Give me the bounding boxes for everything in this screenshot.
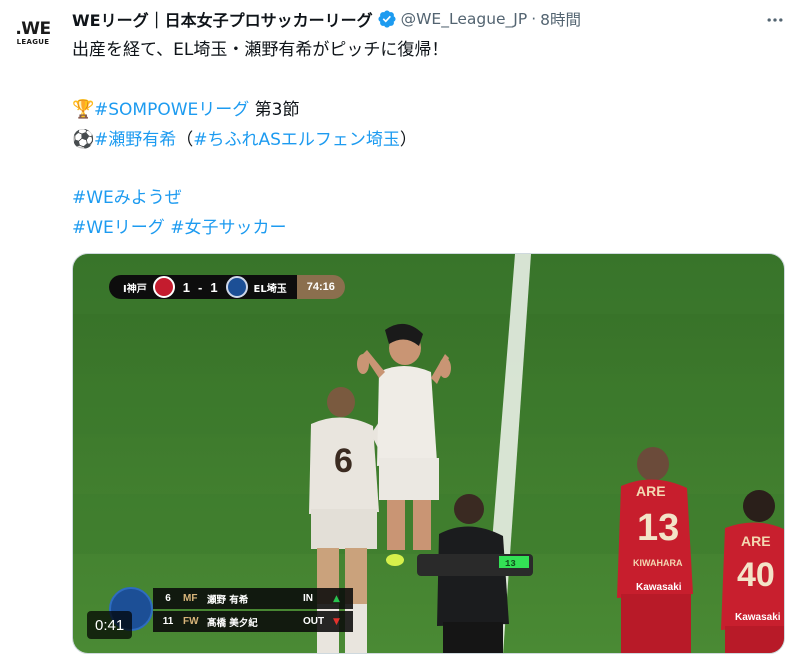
jersey-text-are-1: ARE — [636, 483, 666, 499]
scorebug: I神戸 1 - 1 EL埼玉 74:16 — [109, 275, 345, 299]
away-team: EL埼玉 — [253, 283, 287, 295]
jersey-number-13: 13 — [637, 507, 679, 549]
saitama-crest-icon — [225, 276, 248, 298]
out-label: OUT — [303, 616, 325, 627]
more-horizontal-icon[interactable] — [763, 8, 787, 32]
text-line-4: #WEみようぜ — [72, 184, 782, 214]
hashtag-sompowe-league[interactable]: #SOMPOWEリーグ — [94, 100, 249, 120]
sponsor-kawasaki-2: Kawasaki — [735, 612, 781, 623]
video-player[interactable]: 6 13 ARE 13 KIWAHARA Kawasaki ARE 40 Kaw… — [72, 253, 785, 654]
score-dash: - — [197, 279, 203, 295]
out-position: FW — [183, 616, 199, 627]
out-number: 11 — [162, 616, 174, 627]
in-player-name: 瀬野 有希 — [207, 594, 249, 606]
matchday-text: 第3節 — [249, 100, 300, 121]
jersey-number-40: 40 — [737, 556, 775, 594]
text-line-1: 出産を経て、EL埼玉・瀬野有希がピッチに復帰！ — [72, 40, 449, 60]
match-clock: 74:16 — [296, 275, 345, 299]
jersey-number-6: 6 — [334, 442, 353, 480]
jersey-name-kiwahara: KIWAHARA — [633, 558, 683, 568]
scorebug-bar: I神戸 1 - 1 EL埼玉 — [109, 275, 297, 299]
soccer-ball-icon: ⚽ — [72, 129, 95, 151]
hashtag-womens-soccer[interactable]: #女子サッカー — [170, 218, 286, 238]
author-handle[interactable]: @WE_League_JP — [401, 10, 528, 28]
home-score: 1 — [182, 279, 190, 295]
svg-text:13: 13 — [505, 559, 516, 569]
tweet-header: WEリーグ｜日本女子プロサッカーリーグ @WE_League_JP · 8時間 — [72, 6, 785, 32]
author-name[interactable]: WEリーグ｜日本女子プロサッカーリーグ — [72, 7, 373, 31]
separator-dot: · — [531, 10, 537, 28]
sponsor-kawasaki-1: Kawasaki — [636, 582, 682, 593]
timestamp[interactable]: 8時間 — [540, 8, 581, 30]
sub-in-row: 6 MF 瀬野 有希 IN ▲ — [153, 588, 353, 609]
hashtag-we-miyouze[interactable]: #WEみようぜ — [72, 188, 182, 208]
verified-badge-icon — [377, 9, 397, 29]
home-team: I神戸 — [123, 283, 147, 295]
paren-open: （ — [176, 130, 194, 151]
text-line-blank-1 — [72, 66, 782, 96]
paren-close: ） — [399, 130, 417, 151]
video-elapsed-time: 0:41 — [87, 611, 133, 639]
in-number: 6 — [165, 593, 171, 604]
avatar[interactable]: .WE LEAGUE — [8, 8, 58, 58]
substitution-panel: 6 MF 瀬野 有希 IN ▲ 11 FW 髙橋 美夕紀 OUT ▼ — [109, 585, 353, 633]
in-label: IN — [303, 593, 313, 604]
we-league-logo: .WE — [15, 18, 51, 39]
in-position: MF — [183, 593, 198, 604]
sub-out-row: 11 FW 髙橋 美夕紀 OUT ▼ — [153, 611, 353, 632]
jersey-text-are-2: ARE — [741, 533, 771, 549]
away-score: 1 — [210, 279, 218, 295]
tweet-text: 出産を経て、EL埼玉・瀬野有希がピッチに復帰！ 🏆#SOMPOWEリーグ 第3節… — [72, 36, 782, 244]
arrow-down-icon: ▼ — [333, 616, 340, 627]
trophy-icon: 🏆 — [72, 99, 95, 121]
we-league-logo-sub: LEAGUE — [16, 37, 50, 46]
hashtag-seno-yuki[interactable]: #瀬野有希 — [94, 130, 176, 150]
kobe-crest-icon — [152, 276, 175, 298]
text-line-5: #WEリーグ #女子サッカー — [72, 214, 782, 244]
arrow-up-icon: ▲ — [333, 593, 340, 604]
hashtag-chifure-elfen-saitama[interactable]: #ちふれASエルフェン埼玉 — [193, 130, 400, 150]
text-line-3: ⚽#瀬野有希（#ちふれASエルフェン埼玉） — [72, 125, 782, 155]
text-line-2: 🏆#SOMPOWEリーグ 第3節 — [72, 95, 782, 125]
hashtag-we-league[interactable]: #WEリーグ — [72, 218, 165, 238]
out-player-name: 髙橋 美夕紀 — [207, 617, 258, 629]
text-line-blank-2 — [72, 155, 782, 185]
